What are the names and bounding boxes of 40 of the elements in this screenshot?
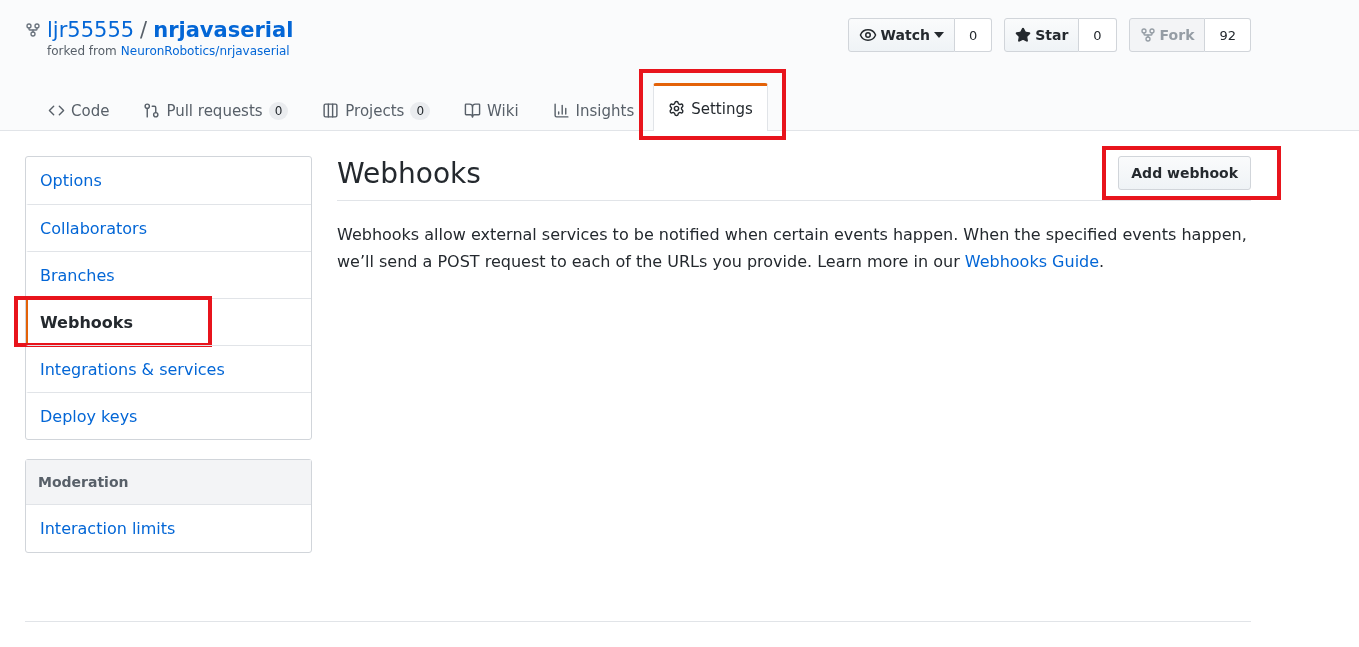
count-label: 0: [1079, 18, 1117, 52]
repo-tab[interactable]: Insights: [537, 87, 650, 131]
tab-counter: 0: [410, 101, 431, 120]
sidebar-item[interactable]: Interaction limits: [26, 505, 311, 552]
description-text: Webhooks allow external services to be notified when certain events happen. When the specified events happen, we’ll send a POST request to each of the URLs you provide. Learn more in our Webhooks Guide.: [337, 224, 1248, 274]
star-button[interactable]: Star: [1004, 18, 1080, 52]
sidebar-item[interactable]: Options: [26, 157, 311, 204]
repo-tab[interactable]: Pull requests 0: [128, 87, 304, 131]
guide-link[interactable]: Webhooks Guide: [964, 252, 1100, 272]
sidebar-item[interactable]: Deploy keys: [26, 392, 311, 439]
caret-icon: [933, 32, 944, 38]
repo-name-link[interactable]: nrjavaserial: [153, 18, 294, 42]
page-title: Webhooks: [337, 156, 481, 190]
watch-button[interactable]: Watch: [847, 18, 955, 52]
repo-tab[interactable]: Wiki: [449, 87, 534, 131]
add-webhook-button[interactable]: Add webhook: [1118, 156, 1251, 190]
repo-tab[interactable]: Settings: [653, 83, 768, 131]
star-icon: [1015, 27, 1032, 43]
sidebar-item[interactable]: Branches: [26, 251, 311, 298]
settings-icon: [668, 100, 686, 117]
book-icon: [464, 102, 482, 119]
fork-note: forked from: [47, 44, 117, 58]
eye-icon: [858, 26, 877, 44]
owner-link[interactable]: ljr55555: [47, 18, 135, 42]
tab-counter: 0: [268, 101, 289, 120]
count-label: 92: [1205, 18, 1251, 52]
bar-graph-icon: [552, 102, 570, 119]
sidebar-item[interactable]: Integrations & services: [26, 345, 311, 392]
sidebar-item[interactable]: Collaborators: [26, 204, 311, 251]
fork-icon: [25, 22, 41, 38]
repo-tab[interactable]: Projects 0: [307, 87, 446, 131]
path-separator: /: [140, 18, 148, 42]
menu-heading: Moderation: [26, 460, 311, 505]
project-board-icon: [322, 102, 340, 119]
repo-tab[interactable]: Code: [33, 87, 125, 131]
sidebar-item[interactable]: Webhooks: [26, 298, 311, 345]
fork-icon: [1139, 27, 1156, 43]
count-label: 0: [954, 18, 993, 52]
fork-source-link[interactable]: NeuronRobotics/nrjavaserial: [120, 44, 290, 58]
pull-request-icon: [143, 102, 161, 119]
